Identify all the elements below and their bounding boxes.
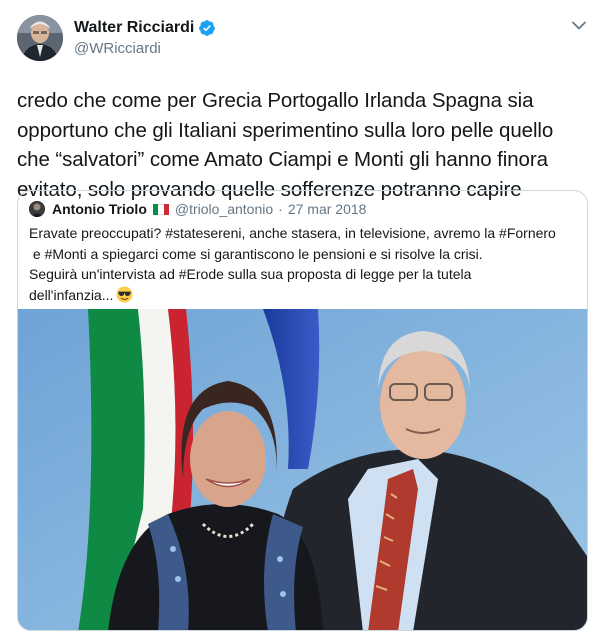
quoted-author-display-name[interactable]: Antonio Triolo bbox=[52, 201, 147, 217]
tweet-menu-button[interactable] bbox=[569, 15, 589, 35]
tweet-card[interactable]: Walter Ricciardi @WRicciardi credo che c… bbox=[0, 0, 605, 641]
author-names: Walter Ricciardi @WRicciardi bbox=[74, 19, 216, 57]
press-photo-image bbox=[18, 309, 587, 630]
author-display-name[interactable]: Walter Ricciardi bbox=[74, 19, 194, 37]
quoted-tweet-header: Antonio Triolo @triolo_antonio · 27 mar … bbox=[18, 191, 587, 227]
tweet-header: Walter Ricciardi @WRicciardi bbox=[17, 14, 588, 62]
tweet-text-line: che “salvatori” come Amato Ciampi e Mont… bbox=[17, 148, 548, 171]
quoted-tweet-date[interactable]: 27 mar 2018 bbox=[288, 201, 367, 217]
name-row: Walter Ricciardi bbox=[74, 19, 216, 37]
sunglasses-emoji-icon bbox=[116, 285, 133, 303]
quoted-text-line: Eravate preoccupati? #statesereni, anche… bbox=[29, 225, 556, 241]
tweet-text: credo che come per Grecia Portogallo Irl… bbox=[17, 86, 588, 204]
quoted-author-handle[interactable]: @triolo_antonio bbox=[175, 201, 273, 217]
quoted-tweet-text: Eravate preoccupati? #statesereni, anche… bbox=[18, 223, 587, 305]
verified-badge-icon bbox=[199, 20, 216, 36]
quoted-tweet[interactable]: Antonio Triolo @triolo_antonio · 27 mar … bbox=[17, 190, 588, 631]
quoted-tweet-photo[interactable] bbox=[18, 309, 587, 630]
author-handle[interactable]: @WRicciardi bbox=[74, 40, 216, 57]
quoted-text-line: dell'infanzia... bbox=[29, 286, 114, 303]
tweet-text-line: credo che come per Grecia Portogallo Irl… bbox=[17, 89, 534, 112]
avatar-photo-icon bbox=[17, 15, 63, 61]
tweet-text-line: opportuno che gli Italiani sperimentino … bbox=[17, 118, 554, 142]
quoted-text-line: e #Monti a spiegarci come si garantiscon… bbox=[29, 245, 483, 262]
chevron-down-icon bbox=[572, 21, 586, 29]
author-avatar[interactable] bbox=[17, 15, 63, 61]
italy-flag-icon bbox=[152, 203, 169, 215]
quoted-author-avatar[interactable] bbox=[29, 201, 45, 217]
avatar-photo-icon bbox=[29, 201, 45, 217]
separator-dot: · bbox=[278, 201, 283, 217]
quoted-text-last-line: dell'infanzia... bbox=[29, 285, 576, 306]
quoted-text-line: Seguirà un'intervista ad #Erode sulla su… bbox=[29, 266, 472, 282]
